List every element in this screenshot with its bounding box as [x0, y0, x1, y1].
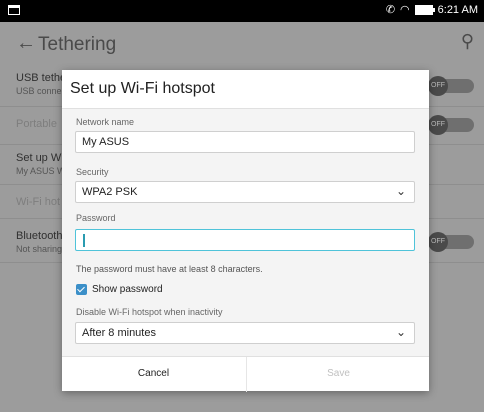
wifi-icon: ◠ [400, 4, 410, 16]
wifi-hotspot-dialog: Set up Wi-Fi hotspot Network name My ASU… [62, 70, 429, 392]
row-title: USB tethe [16, 72, 67, 84]
row-title: Portable [16, 118, 57, 130]
password-hint: The password must have at least 8 charac… [76, 264, 263, 274]
network-name-label: Network name [76, 117, 135, 127]
password-field[interactable] [75, 229, 415, 251]
page-title: Tethering [38, 34, 117, 55]
portable-hotspot-toggle[interactable]: OFF [428, 115, 474, 135]
back-arrow-icon[interactable]: ← [16, 32, 36, 55]
app-bar: ← Tethering ⚲ [0, 22, 484, 66]
security-select[interactable]: WPA2 PSK ⌄ [75, 181, 415, 203]
password-label: Password [76, 213, 116, 223]
notification-box-icon [8, 5, 20, 15]
battery-icon [414, 4, 435, 15]
dialog-buttons: Cancel Save [62, 356, 429, 392]
status-icons: ✆ ◠ 6:21 AM [385, 3, 478, 17]
row-title: Set up Wi [16, 152, 64, 164]
row-subtitle: USB conne [16, 86, 62, 96]
row-subtitle: Not sharing [16, 244, 63, 254]
status-time: 6:21 AM [437, 3, 478, 16]
text-cursor [83, 234, 85, 247]
row-subtitle: My ASUS W [16, 166, 66, 176]
disable-hotspot-select[interactable]: After 8 minutes ⌄ [75, 322, 415, 344]
show-password-label[interactable]: Show password [92, 284, 163, 295]
search-icon[interactable]: ⚲ [461, 31, 474, 52]
disable-hotspot-label: Disable Wi-Fi hotspot when inactivity [76, 307, 223, 317]
security-label: Security [76, 167, 109, 177]
show-password-checkbox[interactable] [76, 284, 87, 295]
network-name-field[interactable]: My ASUS [75, 131, 415, 153]
row-title: Bluetooth [16, 230, 63, 242]
chevron-down-icon: ⌄ [395, 325, 406, 339]
dialog-body: Network name My ASUS Security WPA2 PSK ⌄… [62, 108, 429, 357]
save-button[interactable]: Save [246, 357, 430, 392]
row-title: Wi-Fi hot [16, 196, 60, 208]
cancel-button[interactable]: Cancel [62, 357, 245, 392]
usb-tethering-toggle[interactable]: OFF [428, 76, 474, 96]
status-bar: ✆ ◠ 6:21 AM [0, 0, 484, 22]
chevron-down-icon: ⌄ [395, 184, 406, 198]
cast-icon: ✆ [385, 4, 396, 16]
dialog-title: Set up Wi-Fi hotspot [70, 80, 215, 97]
bluetooth-tethering-toggle[interactable]: OFF [428, 232, 474, 252]
